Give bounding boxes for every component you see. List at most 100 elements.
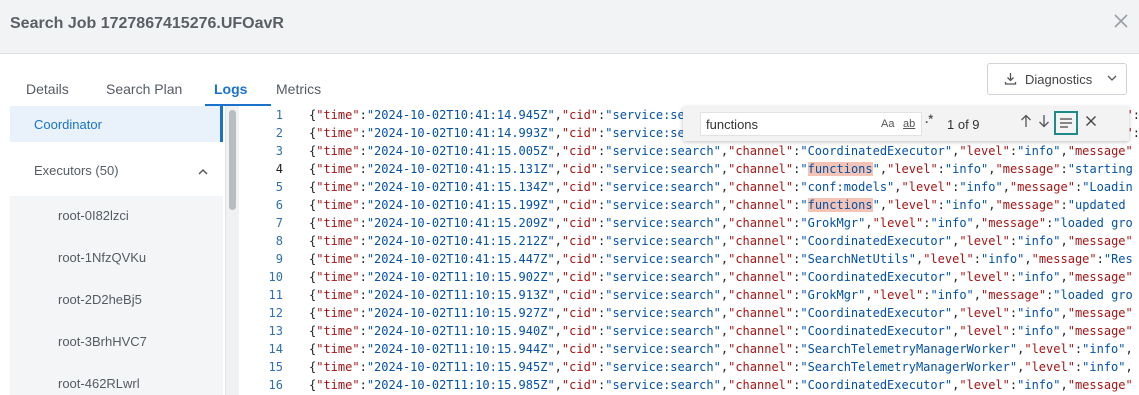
log-token: ,	[554, 306, 562, 320]
log-token: "service:search"	[605, 342, 721, 356]
log-token: ,	[865, 216, 873, 230]
diagnostics-button[interactable]: Diagnostics	[987, 63, 1127, 95]
log-token: ,	[720, 306, 729, 320]
log-token: "channel"	[728, 180, 794, 194]
log-token: "cid"	[561, 288, 599, 302]
log-token: ,	[973, 288, 982, 302]
tab-details[interactable]: Details	[26, 81, 69, 97]
regex-icon[interactable]: .*	[925, 112, 933, 126]
close-icon[interactable]	[1113, 13, 1129, 33]
scrollbar-thumb[interactable]	[229, 110, 236, 210]
log-line[interactable]: {"time":"2024-10-02T11:10:15.944Z","cid"…	[309, 340, 1133, 358]
log-token: ,	[1060, 234, 1068, 248]
line-number: 3	[275, 144, 283, 158]
next-match-arrow-down-icon[interactable]	[1034, 112, 1054, 134]
log-token: "cid"	[561, 378, 599, 392]
executors-label: Executors (50)	[34, 163, 119, 178]
log-token: "2024-10-02T11:10:15.913Z"	[366, 288, 555, 302]
log-token: :	[1096, 252, 1104, 266]
log-token: "info"	[1017, 144, 1061, 158]
log-token: "info"	[1017, 306, 1061, 320]
log-token: "time"	[316, 342, 360, 356]
log-token: "cid"	[561, 324, 599, 338]
log-line[interactable]: {"time":"2024-10-02T10:41:15.199Z","cid"…	[309, 196, 1126, 214]
log-line[interactable]: {"time":"2024-10-02T10:41:15.212Z","cid"…	[309, 232, 1133, 250]
log-token: ,	[554, 342, 562, 356]
log-token: :	[359, 144, 367, 158]
log-token: "starting	[1067, 162, 1133, 176]
line-number: 6	[275, 198, 283, 212]
log-token: :	[359, 270, 367, 284]
sidebar-item-executor[interactable]: root-1NfzQVKu	[58, 250, 146, 265]
log-line[interactable]: {"time":"2024-10-02T11:10:15.940Z","cid"…	[309, 322, 1133, 340]
log-token: "channel"	[728, 324, 794, 338]
log-token: "message"	[1067, 378, 1133, 392]
log-line[interactable]: {"time":"2024-10-02T10:41:15.209Z","cid"…	[309, 214, 1133, 232]
log-token: "CoordinatedExecutor"	[800, 378, 953, 392]
log-line[interactable]: {"time":"2024-10-02T10:41:15.447Z","cid"…	[309, 250, 1133, 268]
log-token: "loaded gro	[1053, 216, 1133, 230]
sidebar-item-executor[interactable]: root-462RLwrl	[58, 376, 140, 391]
match-case-icon[interactable]: Aa	[881, 118, 894, 130]
log-line[interactable]: {"time":"2024-10-02T11:10:15.913Z","cid"…	[309, 286, 1133, 304]
log-token: :	[973, 252, 981, 266]
log-token: ,	[554, 108, 562, 122]
log-line[interactable]: {"time":"2024-10-02T11:10:15.902Z","cid"…	[309, 268, 1133, 286]
find-in-selection-icon[interactable]	[1054, 111, 1078, 135]
log-line[interactable]: {"time":"2024-10-02T10:41:15.134Z","cid"…	[309, 178, 1133, 196]
sidebar-scrollbar[interactable]	[225, 106, 239, 395]
log-token: "level"	[1024, 360, 1075, 374]
log-token: "time"	[316, 234, 360, 248]
log-line[interactable]: {"time":"2024-10-02T11:10:15.927Z","cid"…	[309, 304, 1133, 322]
log-token: "cid"	[561, 252, 599, 266]
log-token: ,	[720, 270, 729, 284]
previous-match-arrow-up-icon[interactable]	[1016, 112, 1036, 134]
log-token: "channel"	[728, 270, 794, 284]
log-token: "service:search"	[605, 162, 721, 176]
log-token: ,	[554, 144, 562, 158]
tab-logs[interactable]: Logs	[214, 81, 247, 97]
log-token: :	[359, 234, 367, 248]
log-token: "info"	[1082, 342, 1126, 356]
log-token: ,	[1125, 360, 1133, 374]
log-token: :	[1060, 198, 1068, 212]
line-number: 2	[275, 126, 283, 140]
log-token: "service:search"	[605, 252, 721, 266]
log-line[interactable]: {"time":"2024-10-02T10:41:15.005Z","cid"…	[309, 142, 1133, 160]
close-find-icon[interactable]	[1082, 112, 1100, 134]
log-token: "channel"	[728, 252, 794, 266]
log-line[interactable]: {"time":"2024-10-02T10:41:15.131Z","cid"…	[309, 160, 1133, 178]
log-token: :	[359, 216, 367, 230]
tab-search-plan[interactable]: Search Plan	[106, 81, 182, 97]
log-token: ,	[973, 216, 982, 230]
log-token: "message"	[995, 198, 1061, 212]
sidebar-item-executor[interactable]: root-3BrhHVC7	[58, 334, 147, 349]
log-editor[interactable]: 1 2 3 4 5 6 7 8 9 10 11 12 13 14 15 16 {"time":"2024-10…	[239, 106, 1139, 395]
sidebar-item-coordinator[interactable]: Coordinator	[10, 106, 223, 142]
log-token: "2024-10-02T10:41:15.199Z"	[366, 198, 555, 212]
log-token: ,	[554, 252, 562, 266]
whole-word-icon[interactable]: ab	[903, 118, 915, 130]
log-token: "time"	[316, 324, 360, 338]
log-line[interactable]: {"time":"2024-10-02T11:10:15.985Z","cid"…	[309, 376, 1133, 394]
log-token: :	[359, 360, 367, 374]
log-token: "time"	[316, 288, 360, 302]
log-token: "cid"	[561, 126, 599, 140]
sidebar-item-executor[interactable]: root-0I82lzci	[58, 208, 129, 223]
log-token: "message"	[1067, 234, 1133, 248]
log-token: "info"	[1017, 270, 1061, 284]
line-number: 12	[268, 306, 283, 320]
log-token: "channel"	[728, 198, 794, 212]
log-token: "service:search"	[605, 270, 721, 284]
log-token: "level"	[887, 162, 938, 176]
sidebar-item-executor[interactable]: root-2D2heBj5	[58, 292, 142, 307]
log-token: "channel"	[728, 144, 794, 158]
log-token: :	[359, 252, 367, 266]
executors-group-header[interactable]: Executors (50)	[10, 152, 223, 188]
tab-metrics[interactable]: Metrics	[276, 81, 321, 97]
log-token: "cid"	[561, 360, 599, 374]
log-token: ,	[894, 180, 902, 194]
log-token: "2024-10-02T11:10:15.902Z"	[366, 270, 555, 284]
log-line[interactable]: {"time":"2024-10-02T11:10:15.945Z","cid"…	[309, 358, 1133, 376]
find-input[interactable]: functions Aa ab	[700, 112, 922, 136]
